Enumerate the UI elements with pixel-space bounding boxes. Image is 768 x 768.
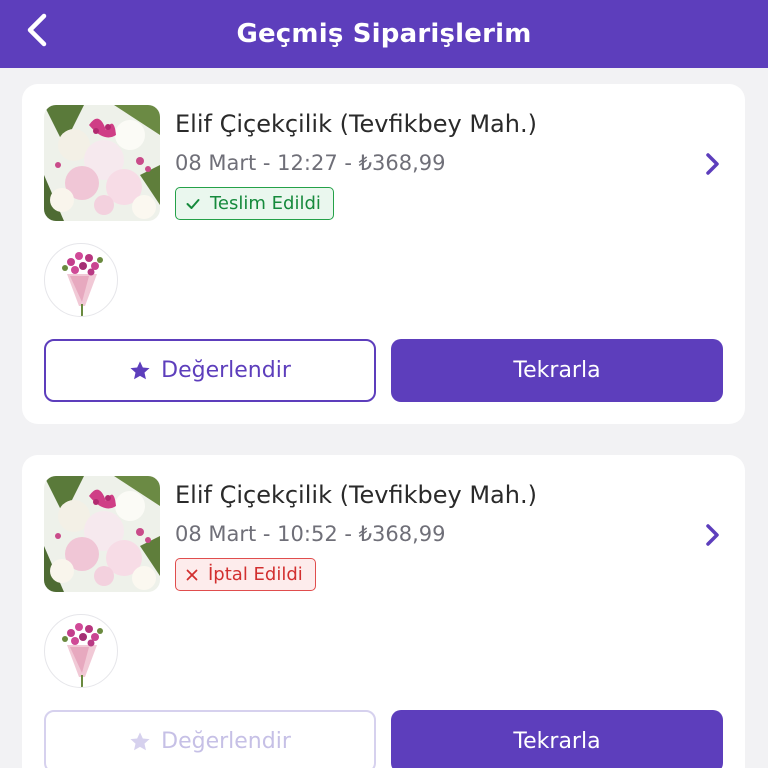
status-badge: Teslim Edildi <box>175 187 334 220</box>
rate-button[interactable]: Değerlendir <box>44 339 376 402</box>
product-thumbnail <box>44 614 118 688</box>
rate-button-label: Değerlendir <box>161 358 291 383</box>
chevron-left-icon[interactable] <box>20 10 56 50</box>
repeat-order-button[interactable]: Tekrarla <box>391 339 723 402</box>
order-card[interactable]: Elif Çiçekçilik (Tevfikbey Mah.) 08 Mart… <box>22 455 745 768</box>
vendor-name: Elif Çiçekçilik (Tevfikbey Mah.) <box>175 481 537 509</box>
page-title: Geçmiş Siparişlerim <box>236 19 532 49</box>
order-date-price: 08 Mart - 10:52 - ₺368,99 <box>175 522 446 546</box>
star-icon <box>130 360 150 379</box>
x-icon <box>186 569 198 580</box>
repeat-button-label: Tekrarla <box>513 358 601 383</box>
rate-button: Değerlendir <box>44 710 376 768</box>
status-label: İptal Edildi <box>208 564 303 585</box>
bouquet-thumbnail <box>44 105 160 221</box>
chevron-right-icon[interactable] <box>700 150 724 178</box>
rate-button-label: Değerlendir <box>161 729 291 754</box>
star-icon <box>130 731 150 750</box>
app-header: Geçmiş Siparişlerim <box>0 0 768 68</box>
bouquet-thumbnail <box>44 476 160 592</box>
check-icon <box>186 198 200 209</box>
vendor-name: Elif Çiçekçilik (Tevfikbey Mah.) <box>175 110 537 138</box>
chevron-right-icon[interactable] <box>700 521 724 549</box>
status-badge: İptal Edildi <box>175 558 316 591</box>
product-thumbnail <box>44 243 118 317</box>
order-date-price: 08 Mart - 12:27 - ₺368,99 <box>175 151 446 175</box>
repeat-button-label: Tekrarla <box>513 729 601 754</box>
repeat-order-button[interactable]: Tekrarla <box>391 710 723 768</box>
status-label: Teslim Edildi <box>210 193 321 214</box>
order-card[interactable]: Elif Çiçekçilik (Tevfikbey Mah.) 08 Mart… <box>22 84 745 424</box>
